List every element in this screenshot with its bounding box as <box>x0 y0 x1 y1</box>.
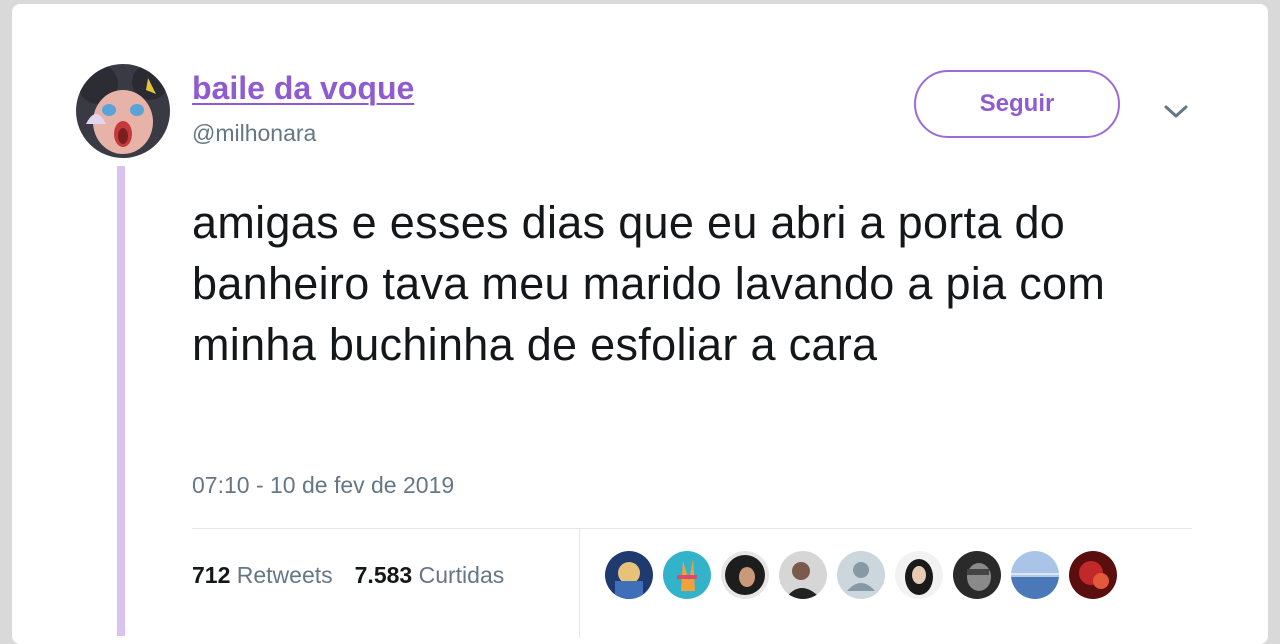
retweets-count: 712 <box>192 562 231 588</box>
liker-avatar[interactable] <box>721 551 769 599</box>
author-handle[interactable]: @milhonara <box>192 120 316 147</box>
likes-stat[interactable]: 7.583 Curtidas <box>355 562 505 589</box>
tweet-timestamp[interactable]: 07:10 - 10 de fev de 2019 <box>192 472 454 499</box>
chevron-down-icon[interactable] <box>1160 96 1192 128</box>
liker-avatar[interactable] <box>605 551 653 599</box>
liker-avatar[interactable] <box>1011 551 1059 599</box>
stats-divider <box>192 528 1192 529</box>
likes-count: 7.583 <box>354 562 413 588</box>
thread-line <box>117 166 125 636</box>
liker-avatar[interactable] <box>1069 551 1117 599</box>
retweets-stat[interactable]: 712 Retweets <box>192 562 333 589</box>
tweet-stats: 712 Retweets 7.583 Curtidas <box>192 562 504 589</box>
author-avatar[interactable] <box>76 64 170 158</box>
liker-avatar[interactable] <box>837 551 885 599</box>
likes-label: Curtidas <box>418 562 505 588</box>
liker-avatar[interactable] <box>953 551 1001 599</box>
retweets-label: Retweets <box>236 562 333 588</box>
liker-avatar[interactable] <box>895 551 943 599</box>
likers-avatars <box>605 551 1117 599</box>
follow-button[interactable]: Seguir <box>914 70 1120 138</box>
author-name[interactable]: baile da voque <box>192 70 414 107</box>
stats-vertical-divider <box>579 528 580 638</box>
tweet-text: amigas e esses dias que eu abri a porta … <box>192 197 1106 370</box>
liker-avatar[interactable] <box>779 551 827 599</box>
liker-avatar[interactable] <box>663 551 711 599</box>
